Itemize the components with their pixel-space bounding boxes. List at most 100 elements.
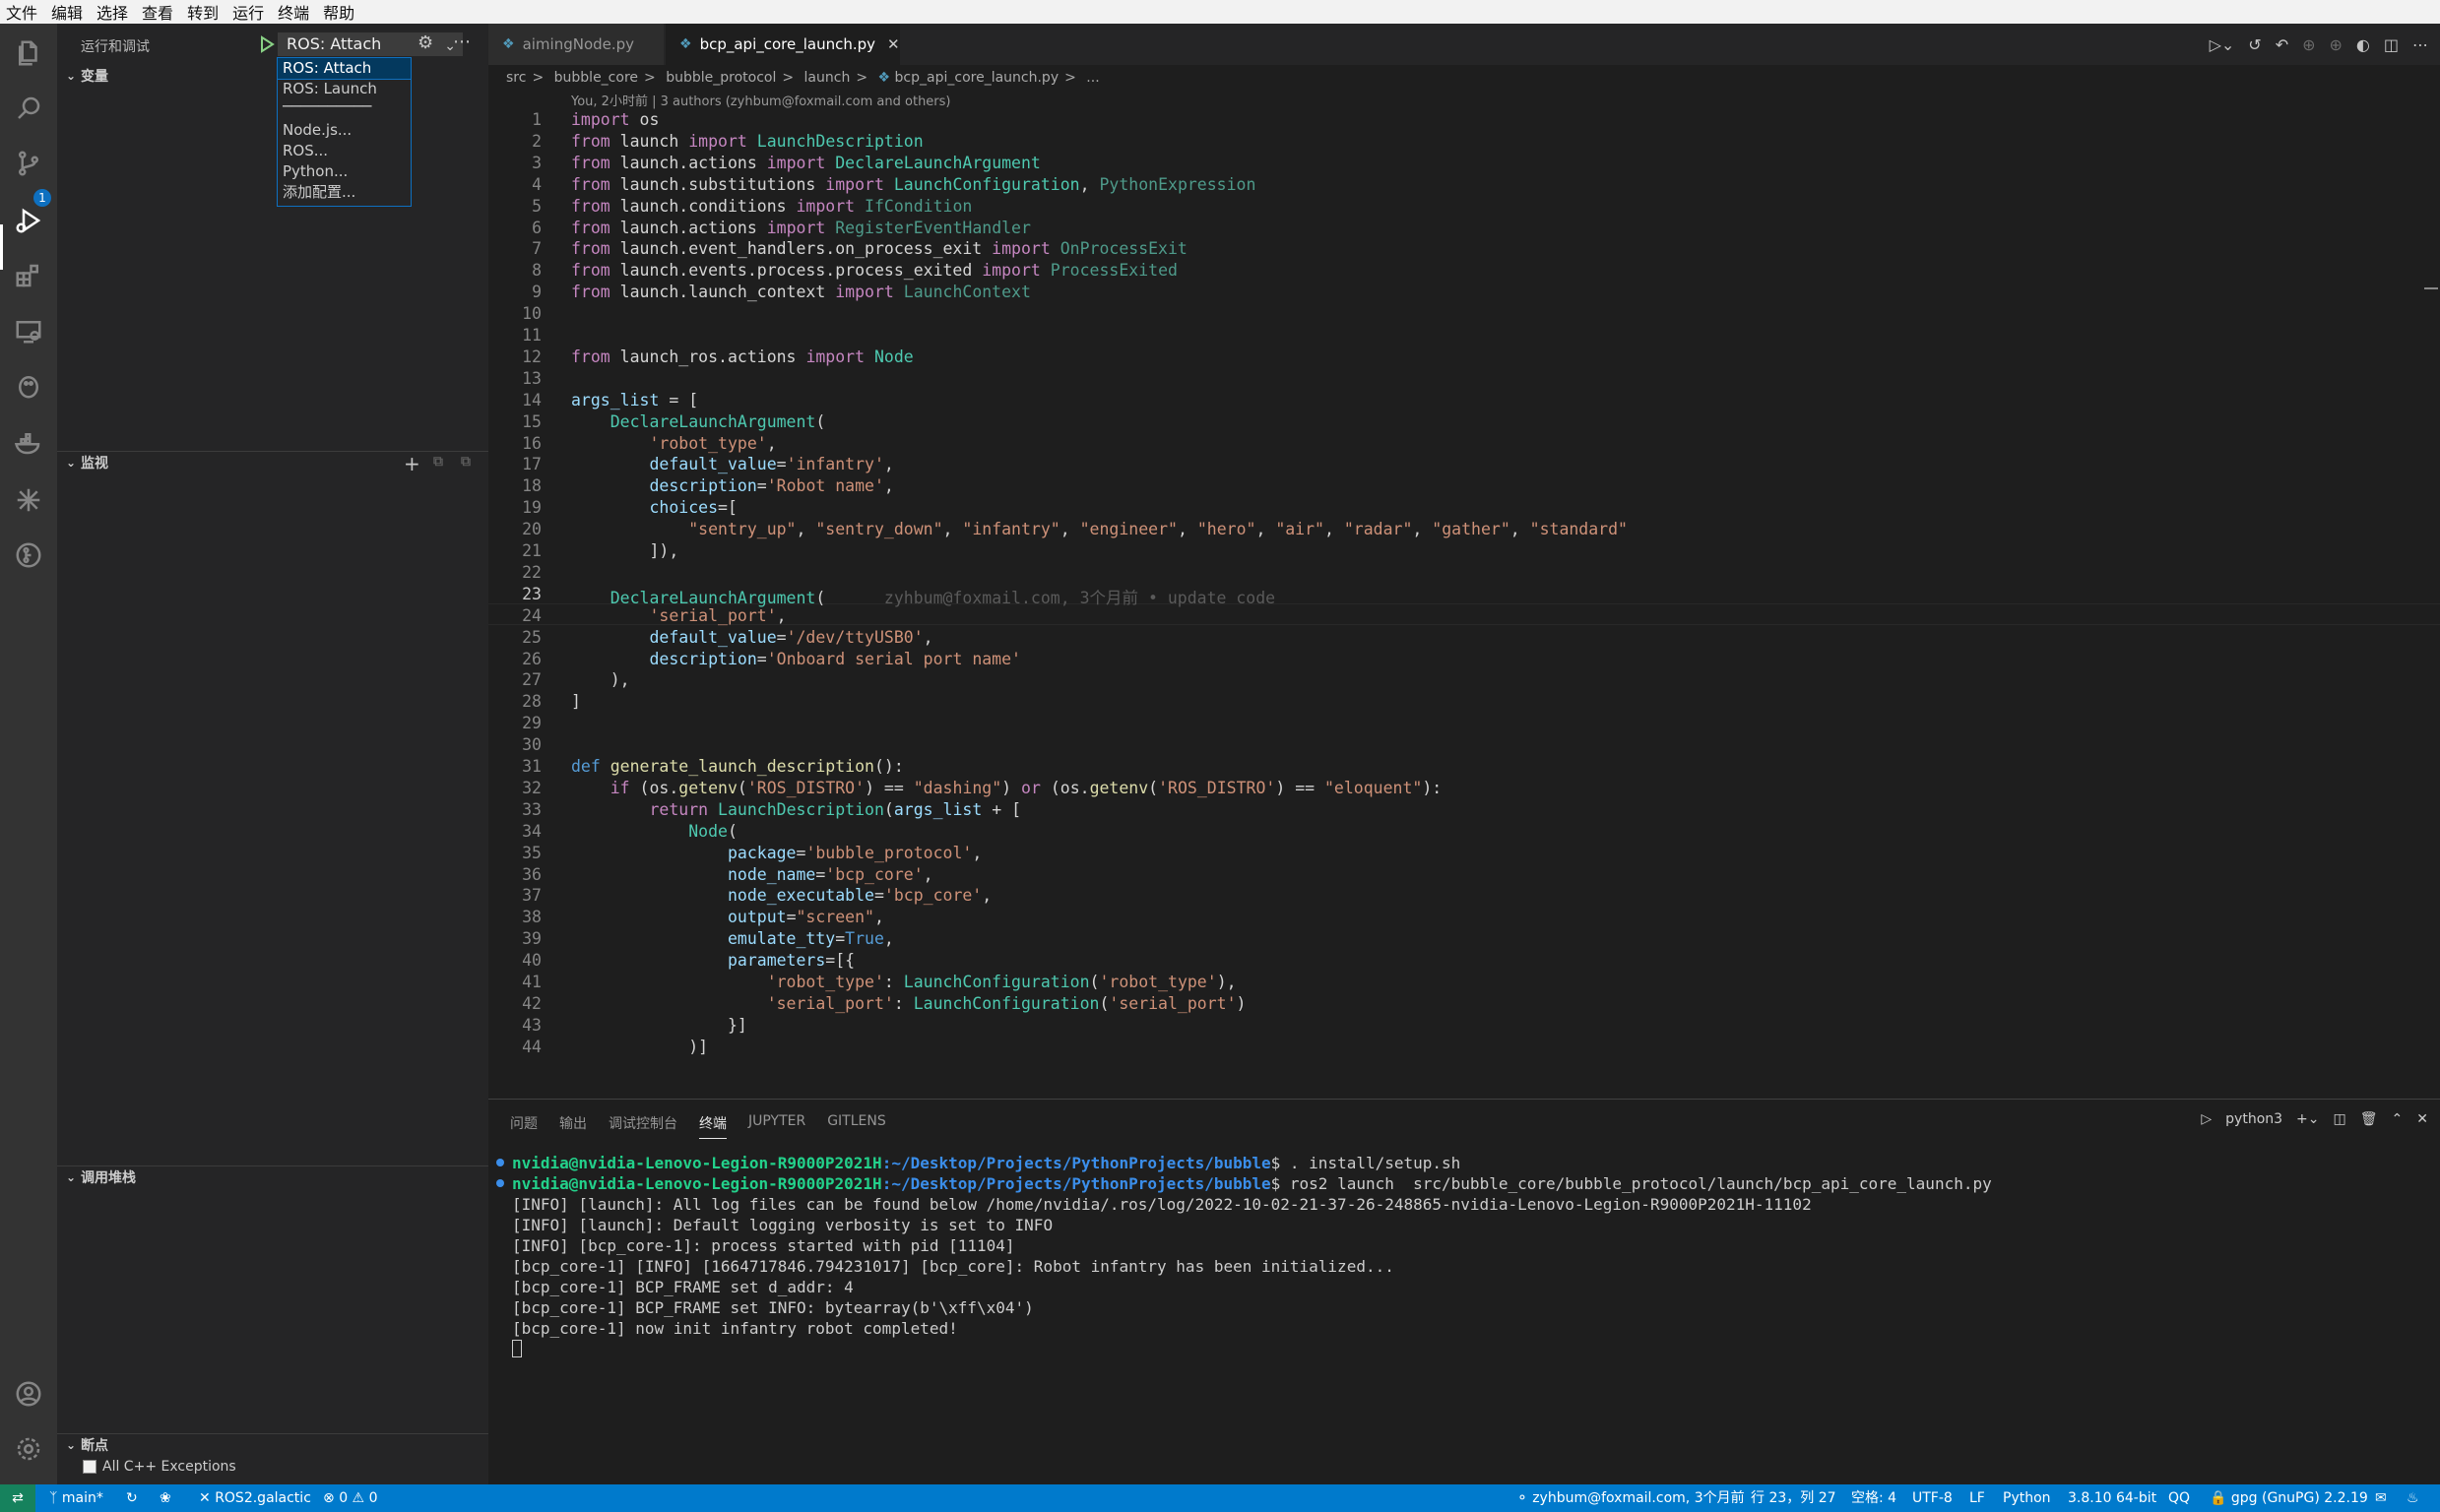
breadcrumb-item[interactable]: bubble_core xyxy=(554,70,638,86)
code-line: "sentry_up", "sentry_down", "infantry", … xyxy=(688,520,1628,539)
start-debugging-icon[interactable] xyxy=(258,35,276,53)
dropdown-option-python[interactable]: Python... xyxy=(278,161,411,182)
git-blame-status[interactable]: ⚬ zyhbum@foxmail.com, 3个月前 xyxy=(1516,1484,1745,1512)
menu-run[interactable]: 运行 xyxy=(232,0,264,24)
run-python-file-icon[interactable]: ▷⌄ xyxy=(2210,35,2235,54)
indentation[interactable]: 空格: 4 xyxy=(1851,1484,1896,1512)
gitlens-icon[interactable] xyxy=(13,539,44,571)
terminal-name[interactable]: python3 xyxy=(2225,1111,2282,1127)
breadcrumb-item[interactable]: bubble_protocol xyxy=(666,70,776,86)
close-panel-icon[interactable]: ✕ xyxy=(2416,1111,2428,1127)
ros-status-icon[interactable]: ❀ xyxy=(160,1484,171,1512)
toggle-blame-icon[interactable]: ◐ xyxy=(2356,35,2370,54)
end-of-line[interactable]: LF xyxy=(1969,1484,1985,1512)
tab-aimingnode[interactable]: ❖ aimingNode.py xyxy=(488,24,664,65)
code-line: }] xyxy=(571,1015,747,1035)
launch-config-select[interactable]: ROS: Attach ⌄ xyxy=(278,32,463,56)
tab-gitlens[interactable]: GITLENS xyxy=(827,1113,886,1139)
previous-change-icon[interactable]: ↶ xyxy=(2276,35,2288,54)
variables-section-header[interactable]: ⌄ 变量 xyxy=(57,65,488,87)
menu-view[interactable]: 查看 xyxy=(142,0,173,24)
code-line: emulate_tty=True, xyxy=(727,929,894,949)
close-icon[interactable]: ✕ xyxy=(887,35,900,53)
dropdown-option-nodejs[interactable]: Node.js... xyxy=(278,120,411,141)
tab-terminal[interactable]: 终端 xyxy=(699,1113,727,1139)
encoding[interactable]: UTF-8 xyxy=(1912,1484,1953,1512)
split-terminal-icon[interactable]: ◫ xyxy=(2334,1111,2346,1127)
tab-bcp-api-core-launch[interactable]: ❖ bcp_api_core_launch.py ✕ xyxy=(666,24,900,65)
ros-icon[interactable] xyxy=(13,484,44,516)
menu-terminal[interactable]: 终端 xyxy=(278,0,309,24)
remove-all-icon[interactable]: ⧉ xyxy=(461,454,471,470)
sync-icon[interactable]: ↻ xyxy=(126,1484,138,1512)
tab-output[interactable]: 输出 xyxy=(559,1113,587,1139)
menu-go[interactable]: 转到 xyxy=(187,0,219,24)
breadcrumb-item[interactable]: src xyxy=(506,70,526,86)
breadcrumb-item[interactable]: launch xyxy=(804,70,851,86)
code-line: from launch.events.process.process_exite… xyxy=(571,261,1178,281)
scrollbar-marker xyxy=(2424,287,2438,289)
terminal-output[interactable]: nvidia@nvidia-Lenovo-Legion-R9000P2021H:… xyxy=(512,1153,1992,1339)
breakpoint-checkbox[interactable] xyxy=(83,1460,96,1474)
next-change-icon[interactable]: ⊕ xyxy=(2330,35,2343,54)
dropdown-option-ros[interactable]: ROS... xyxy=(278,141,411,161)
watch-section-header[interactable]: ⌄ 监视 + ⧉ ⧉ xyxy=(57,451,488,475)
collapse-all-icon[interactable]: ⧉ xyxy=(433,454,443,470)
remote-indicator-icon[interactable]: ⇄ xyxy=(0,1484,35,1512)
code-line: default_value='infantry', xyxy=(649,455,894,474)
tab-debug-console[interactable]: 调试控制台 xyxy=(609,1113,677,1139)
extensions-icon[interactable] xyxy=(13,260,44,291)
git-blame-label: zyhbum@foxmail.com, 3个月前 xyxy=(1532,1490,1745,1506)
line-number: 36 xyxy=(522,864,542,884)
split-editor-icon[interactable]: ◫ xyxy=(2384,35,2399,54)
manage-gear-icon[interactable] xyxy=(13,1433,44,1465)
cursor-position[interactable]: 行 23，列 27 xyxy=(1751,1484,1836,1512)
ros-distro[interactable]: ✕ ROS2.galactic xyxy=(199,1484,311,1512)
code-editor[interactable]: 1 import os 2 from launch import LaunchDesc… xyxy=(488,110,2440,1099)
account-icon[interactable] xyxy=(13,1378,44,1410)
docker-icon[interactable] xyxy=(13,427,44,459)
line-number: 25 xyxy=(522,627,542,647)
search-icon[interactable] xyxy=(13,93,44,124)
breakpoints-section-header[interactable]: ⌄ 断点 xyxy=(57,1433,488,1455)
menu-selection[interactable]: 选择 xyxy=(96,0,128,24)
codelens-authors[interactable]: You, 2小时前 | 3 authors (zyhbum@foxmail.co… xyxy=(571,91,951,109)
menu-file[interactable]: 文件 xyxy=(6,0,37,24)
timeline-icon[interactable]: ↺ xyxy=(2248,35,2261,54)
python-interpreter[interactable]: 3.8.10 64-bit xyxy=(2068,1484,2156,1512)
open-launch-json-gear-icon[interactable]: ⚙ xyxy=(417,32,433,53)
source-control-icon[interactable] xyxy=(13,148,44,179)
git-branch[interactable]: ᛉ main* xyxy=(49,1484,103,1512)
kill-terminal-icon[interactable]: 🗑 xyxy=(2360,1111,2378,1127)
dropdown-option-ros-attach[interactable]: ROS: Attach xyxy=(277,57,412,80)
language-mode[interactable]: Python xyxy=(2003,1484,2051,1512)
problems-indicator[interactable]: ⊗ 0 ⚠ 0 xyxy=(323,1484,377,1512)
breadcrumb-item[interactable]: ... xyxy=(1086,70,1099,86)
gpg-status[interactable]: 🔒 gpg (GnuPG) 2.2.19 xyxy=(2210,1484,2368,1512)
run-debug-icon[interactable] xyxy=(13,205,44,236)
menu-help[interactable]: 帮助 xyxy=(323,0,354,24)
add-expression-icon[interactable]: + xyxy=(404,452,420,475)
remote-explorer-icon[interactable] xyxy=(13,315,44,346)
feedback-icon[interactable]: ✉ xyxy=(2375,1484,2387,1512)
dropdown-option-ros-launch[interactable]: ROS: Launch xyxy=(278,79,411,99)
compare-icon[interactable]: ⊕ xyxy=(2302,35,2315,54)
tab-problems[interactable]: 问题 xyxy=(510,1113,538,1139)
penguin-icon[interactable] xyxy=(13,370,44,402)
tab-jupyter[interactable]: JUPYTER xyxy=(748,1113,805,1139)
notifications-bell-icon[interactable]: ♨ xyxy=(2407,1484,2419,1512)
python-file-icon: ❖ xyxy=(502,36,515,52)
more-actions-icon[interactable]: ⋯ xyxy=(453,32,471,52)
code-line: choices=[ xyxy=(649,498,738,518)
breakpoint-item[interactable]: All C++ Exceptions xyxy=(83,1459,236,1475)
more-actions-icon[interactable]: ⋯ xyxy=(2412,35,2428,54)
explorer-icon[interactable] xyxy=(13,37,44,69)
callstack-section-header[interactable]: ⌄ 调用堆栈 xyxy=(57,1166,488,1187)
maximize-panel-icon[interactable]: ⌃ xyxy=(2392,1111,2404,1127)
qq-status[interactable]: QQ xyxy=(2168,1484,2190,1512)
dropdown-option-add-config[interactable]: 添加配置... xyxy=(278,182,411,203)
code-line: args_list = [ xyxy=(571,390,699,410)
new-terminal-icon[interactable]: +⌄ xyxy=(2296,1111,2319,1127)
breadcrumb-item[interactable]: bcp_api_core_launch.py xyxy=(895,70,1059,86)
menu-edit[interactable]: 编辑 xyxy=(51,0,83,24)
